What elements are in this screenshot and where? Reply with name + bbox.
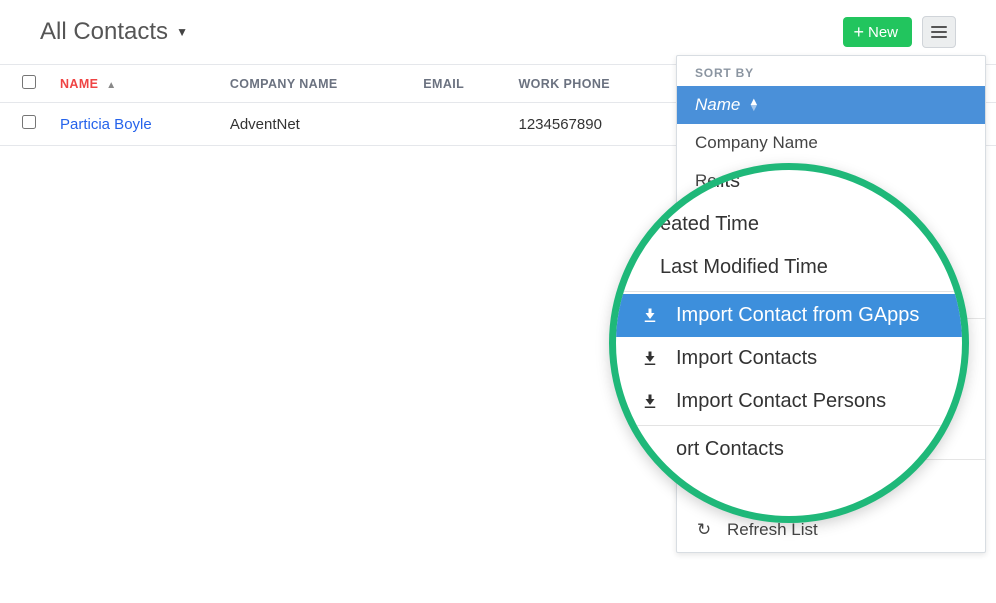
caret-down-icon: ▼ [176, 25, 188, 39]
select-all-header[interactable] [0, 65, 48, 103]
sort-option-company[interactable]: Company Name [677, 124, 985, 162]
sort-by-label: SORT BY [677, 56, 985, 86]
download-icon [640, 393, 660, 411]
refresh-icon: ↻ [695, 520, 713, 540]
magnifier-overlay: d Credits eated Time Last Modified Time … [609, 163, 969, 523]
sort-indicator-icon: ▲▼ [748, 99, 759, 111]
download-icon [640, 350, 660, 368]
mag-sort-modified[interactable]: Last Modified Time [609, 246, 969, 289]
new-button-label: New [868, 24, 898, 41]
column-header-company[interactable]: COMPANY NAME [218, 65, 411, 103]
new-button[interactable]: + New [843, 17, 912, 47]
mag-import-persons[interactable]: Import Contact Persons [609, 380, 969, 423]
header-actions: + New [843, 16, 956, 48]
mag-import-contacts[interactable]: Import Contacts [609, 337, 969, 380]
download-icon [640, 307, 660, 325]
sort-asc-icon: ▲ [106, 80, 116, 91]
view-selector[interactable]: All Contacts ▼ [40, 18, 188, 46]
more-menu-button[interactable] [922, 16, 956, 48]
hamburger-icon [931, 31, 947, 33]
contact-name-link[interactable]: Particia Boyle [60, 116, 152, 133]
sort-option-name[interactable]: Name ▲▼ [677, 86, 985, 124]
column-header-name[interactable]: NAME ▲ [48, 65, 218, 103]
mag-export-contacts[interactable]: · ort Contacts [609, 428, 969, 471]
plus-icon: + [853, 23, 864, 41]
divider [609, 425, 969, 426]
page-title: All Contacts [40, 18, 168, 46]
cell-email [411, 103, 506, 146]
mag-import-gapps[interactable]: Import Contact from GApps [609, 294, 969, 337]
row-checkbox[interactable] [22, 115, 36, 129]
select-all-checkbox[interactable] [22, 75, 36, 89]
divider [609, 291, 969, 292]
mag-sort-created[interactable]: eated Time [609, 203, 969, 246]
cell-phone: 1234567890 [506, 103, 676, 146]
column-header-email[interactable]: EMAIL [411, 65, 506, 103]
column-header-phone[interactable]: WORK PHONE [506, 65, 676, 103]
cell-company: AdventNet [218, 103, 411, 146]
